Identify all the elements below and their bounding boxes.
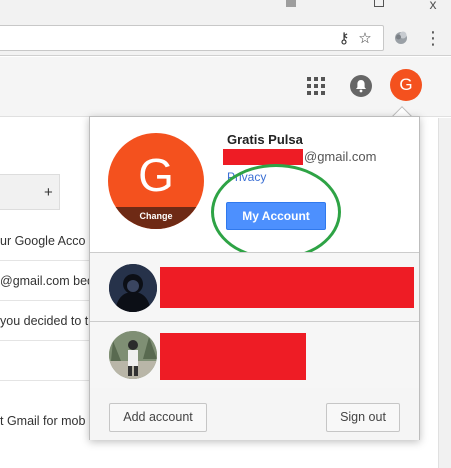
scrollbar[interactable] bbox=[438, 118, 451, 468]
account-list-item[interactable] bbox=[90, 322, 419, 388]
profile-letter: G bbox=[138, 149, 174, 201]
divider bbox=[0, 300, 90, 301]
redaction-box bbox=[160, 267, 414, 308]
redaction-box bbox=[223, 149, 303, 165]
account-email: @gmail.com bbox=[223, 149, 376, 165]
profile-photo[interactable]: G Change bbox=[108, 133, 204, 229]
divider bbox=[0, 380, 90, 381]
account-avatar-outdoor bbox=[109, 331, 157, 379]
maximize-icon bbox=[374, 0, 384, 7]
account-list-item[interactable] bbox=[90, 253, 419, 321]
add-account-button[interactable]: Add account bbox=[109, 403, 207, 432]
apps-grid-icon[interactable] bbox=[307, 77, 325, 95]
minimize-button[interactable] bbox=[268, 0, 314, 20]
notifications-bell-icon[interactable] bbox=[350, 75, 372, 97]
highlight-ellipse bbox=[211, 164, 341, 260]
bookmark-star-icon[interactable]: ☆ bbox=[356, 30, 374, 48]
add-tab-icon[interactable]: + bbox=[44, 184, 53, 201]
popup-footer: Add account Sign out bbox=[90, 388, 419, 440]
address-bar[interactable]: ⚷ ☆ bbox=[0, 25, 384, 51]
browser-toolbar: ⚷ ☆ bbox=[0, 20, 451, 56]
account-avatar-hooded bbox=[109, 264, 157, 312]
browser-menu-icon[interactable]: ⋮ bbox=[424, 29, 442, 47]
window-titlebar: x bbox=[0, 0, 451, 20]
gmail-header: G bbox=[0, 57, 451, 117]
maximize-button[interactable] bbox=[356, 0, 402, 20]
minimize-icon bbox=[286, 0, 296, 7]
extension-icon[interactable] bbox=[392, 28, 410, 46]
account-popup: G Change Gratis Pulsa @gmail.com Privacy… bbox=[89, 116, 420, 440]
account-name: Gratis Pulsa bbox=[227, 132, 303, 147]
change-photo-label[interactable]: Change bbox=[108, 207, 204, 229]
divider bbox=[0, 260, 90, 261]
account-avatar-button[interactable]: G bbox=[390, 69, 422, 101]
redaction-box bbox=[160, 333, 306, 380]
close-window-button[interactable]: x bbox=[410, 0, 451, 20]
divider bbox=[0, 340, 90, 341]
sign-out-button[interactable]: Sign out bbox=[326, 403, 400, 432]
email-domain: @gmail.com bbox=[304, 149, 377, 164]
key-icon[interactable]: ⚷ bbox=[335, 30, 353, 48]
